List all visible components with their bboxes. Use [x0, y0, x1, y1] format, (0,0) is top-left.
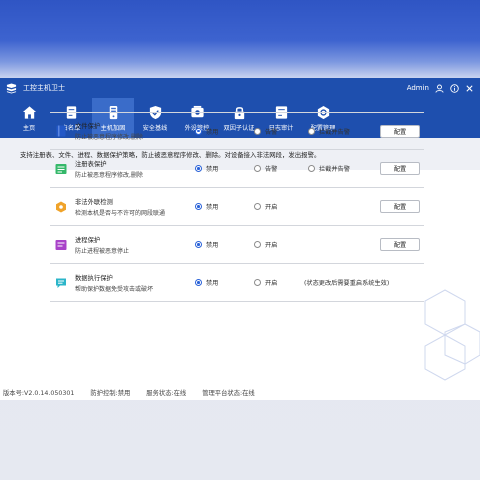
radio-label: 告警: [265, 166, 278, 173]
radio-button[interactable]: [254, 279, 261, 286]
radio-button[interactable]: [254, 203, 261, 210]
radio-disable[interactable]: 禁用: [195, 127, 218, 136]
radio-label: 禁用: [206, 128, 219, 136]
row-file-protection: 文件保护 防止被恶意程序修改,删除 禁用 告警 拦截并告警 配置: [50, 112, 424, 150]
config-button[interactable]: 配置: [380, 124, 420, 138]
radio-disable[interactable]: 禁用: [195, 164, 218, 173]
row-subtitle: 防止被恶意程序修改,删除: [75, 134, 143, 141]
service-status: 服务状态:在线: [146, 389, 187, 397]
row-title: 数据执行保护: [75, 274, 113, 282]
radio-enable[interactable]: 开启: [254, 240, 277, 249]
app-logo-icon: [6, 82, 17, 94]
user-icon[interactable]: [435, 84, 444, 93]
radio-button[interactable]: [254, 127, 261, 135]
close-icon[interactable]: [465, 84, 474, 93]
row-title: 进程保护: [75, 236, 101, 244]
radio-button[interactable]: [195, 165, 202, 172]
config-button[interactable]: 配置: [380, 162, 420, 175]
radio-alert[interactable]: 告警: [254, 164, 277, 173]
file-protect-icon: [56, 125, 66, 137]
row-subtitle: 防止被恶意程序修改,删除: [75, 171, 143, 179]
radio-enable[interactable]: 开启: [254, 202, 277, 211]
version-text: 版本号:V2.0.14.050301: [3, 389, 75, 397]
radio-label: 禁用: [206, 166, 219, 173]
radio-disable[interactable]: 禁用: [195, 278, 218, 287]
radio-button[interactable]: [254, 241, 261, 248]
radio-label: 拦截并告警: [319, 166, 350, 173]
app-title: 工控主机卫士: [23, 84, 65, 92]
radio-button[interactable]: [195, 203, 202, 210]
radio-button[interactable]: [195, 279, 202, 286]
radio-label: 拦截并告警: [319, 128, 350, 136]
nav-home[interactable]: 主页: [8, 98, 50, 138]
network-icon: [56, 201, 66, 212]
radio-label: 开启: [265, 280, 278, 287]
radio-label: 开启: [265, 204, 278, 211]
radio-disable[interactable]: 禁用: [195, 240, 218, 249]
radio-block-alert[interactable]: 拦截并告警: [308, 127, 350, 136]
radio-button[interactable]: [195, 241, 202, 248]
row-subtitle: 防止进程被恶意停止: [75, 247, 130, 255]
config-button[interactable]: 配置: [380, 200, 420, 213]
radio-block-alert[interactable]: 拦截并告警: [308, 164, 350, 173]
row-illegal-outbound: 非法外联检测 检测本机是否与不许可的网段联通 禁用 开启 配置: [50, 188, 424, 226]
process-icon: [55, 239, 67, 250]
row-data-execution-protection: 数据执行保护 帮助保护数据免受攻击或破坏 禁用 开启 (状态更改后需要重启系统生…: [50, 264, 424, 302]
protection-status: 防护控制:禁用: [90, 389, 131, 397]
radio-button[interactable]: [308, 127, 315, 135]
row-title: 非法外联检测: [75, 198, 113, 206]
radio-label: 告警: [265, 128, 278, 136]
radio-label: 禁用: [206, 280, 219, 287]
radio-disable[interactable]: 禁用: [195, 202, 218, 211]
protection-list: 文件保护 防止被恶意程序修改,删除 禁用 告警 拦截并告警 配置 注册表保护 防…: [50, 112, 424, 302]
row-subtitle: 帮助保护数据免受攻击或破坏: [75, 285, 154, 293]
data-icon: [56, 278, 66, 288]
row-title: 文件保护: [75, 123, 101, 130]
registry-icon: [55, 163, 67, 174]
radio-label: 禁用: [206, 204, 219, 211]
radio-alert[interactable]: 告警: [254, 127, 277, 136]
radio-button[interactable]: [308, 165, 315, 172]
radio-button[interactable]: [195, 127, 202, 135]
radio-label: 开启: [265, 242, 278, 249]
config-button[interactable]: 配置: [380, 238, 420, 251]
user-name[interactable]: Admin: [407, 84, 429, 92]
row-registry-protection: 注册表保护 防止被恶意程序修改,删除 禁用 告警 拦截并告警 配置: [50, 150, 424, 188]
status-bar: 版本号:V2.0.14.050301 防护控制:禁用 服务状态:在线 管理平台状…: [0, 384, 480, 400]
row-subtitle: 检测本机是否与不许可的网段联通: [75, 209, 166, 217]
row-process-protection: 进程保护 防止进程被恶意停止 禁用 开启 配置: [50, 226, 424, 264]
nav-home-label: 主页: [22, 124, 36, 132]
radio-enable[interactable]: 开启: [254, 278, 277, 287]
title-bar: 工控主机卫士 Admin: [0, 78, 480, 98]
row-title: 注册表保护: [75, 160, 107, 168]
restart-note: (状态更改后需要重启系统生效): [304, 280, 390, 287]
home-icon: [22, 105, 36, 119]
radio-button[interactable]: [254, 165, 261, 172]
platform-status: 管理平台状态:在线: [202, 389, 255, 397]
info-icon[interactable]: [450, 83, 459, 93]
radio-label: 禁用: [206, 242, 219, 249]
